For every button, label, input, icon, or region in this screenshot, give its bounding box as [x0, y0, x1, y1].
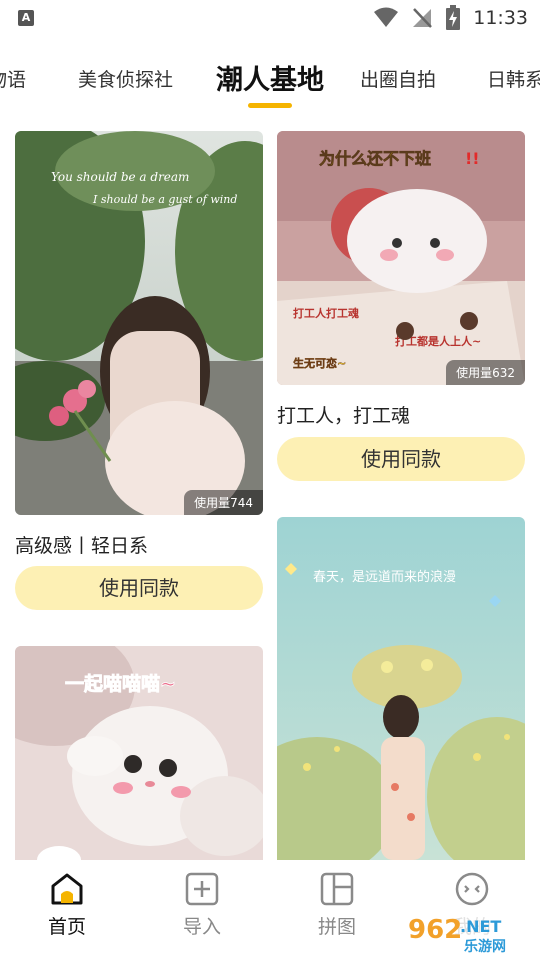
template-card-1[interactable]: You should be a dream I should be a gust…: [15, 131, 263, 515]
card3-overlay-text: 一起喵喵喵~: [65, 672, 176, 695]
app-notification-icon: A: [18, 10, 34, 26]
site-watermark: 962 .NET 乐游网: [402, 910, 534, 956]
nav-collage-label: 拼图: [317, 916, 356, 938]
template-image: You should be a dream I should be a gust…: [15, 131, 263, 515]
status-icons: 11:33: [373, 4, 528, 32]
signal-off-icon: [413, 8, 433, 28]
category-tabs: 物语 美食侦探社 潮人基地 出圈自拍 日韩系: [0, 48, 540, 110]
card4-overlay-text: 春天，是远道而来的浪漫: [313, 569, 456, 585]
tab-japan-korea[interactable]: 日韩系: [487, 65, 540, 92]
tab-wuyu[interactable]: 物语: [0, 65, 26, 92]
use-template-button[interactable]: 使用同款: [277, 437, 525, 481]
tab-trendy-base[interactable]: 潮人基地: [216, 58, 324, 97]
template-card-3[interactable]: 一起喵喵喵~: [15, 646, 263, 860]
nav-import[interactable]: 导入: [152, 872, 252, 939]
card2-exclaim: !!: [465, 149, 480, 168]
card-title: 打工人，打工魂: [277, 405, 411, 427]
card2-bottom-text: 生无可恋~: [293, 356, 346, 370]
nav-home[interactable]: 首页: [17, 872, 117, 939]
wifi-icon: [374, 7, 399, 27]
card2-left-text: 打工人打工魂: [293, 306, 359, 320]
active-tab-indicator: [248, 103, 292, 108]
svg-text:You should be a dream: You should be a dream: [51, 170, 189, 184]
usage-count: 使用量744: [184, 490, 263, 515]
home-icon: [51, 873, 83, 905]
template-card-4[interactable]: 春天，是远道而来的浪漫: [277, 517, 525, 860]
battery-charging-icon: [446, 5, 461, 30]
card2-top-text: 为什么还不下班: [319, 149, 431, 168]
status-time: 11:33: [473, 7, 528, 29]
nav-collage[interactable]: 拼图: [287, 872, 387, 939]
template-card-2[interactable]: 为什么还不下班 !! 打工人打工魂 打工都是人上人~ 生无可恋~ 使用量632: [277, 131, 525, 385]
watermark-subtitle: 乐游网: [464, 938, 506, 955]
use-template-button[interactable]: 使用同款: [15, 566, 263, 610]
tab-selfie[interactable]: 出圈自拍: [360, 65, 436, 92]
watermark-suffix: .NET: [460, 917, 501, 936]
face-icon: [455, 872, 489, 906]
collage-icon: [320, 872, 354, 906]
add-square-icon: [185, 872, 219, 906]
usage-count: 使用量632: [446, 360, 525, 385]
card-title: 高级感丨轻日系: [15, 535, 149, 557]
nav-home-label: 首页: [47, 916, 86, 938]
watermark-number: 962: [408, 915, 462, 945]
template-image: 春天，是远道而来的浪漫: [277, 517, 525, 860]
template-image: 一起喵喵喵~: [15, 646, 263, 860]
template-image: 为什么还不下班 !! 打工人打工魂 打工都是人上人~ 生无可恋~: [277, 131, 525, 385]
nav-import-label: 导入: [182, 916, 221, 938]
svg-text:I should be a gust of wind: I should be a gust of wind: [92, 193, 237, 206]
status-bar: A 11:33: [0, 0, 540, 36]
tab-food-detective[interactable]: 美食侦探社: [78, 65, 173, 92]
